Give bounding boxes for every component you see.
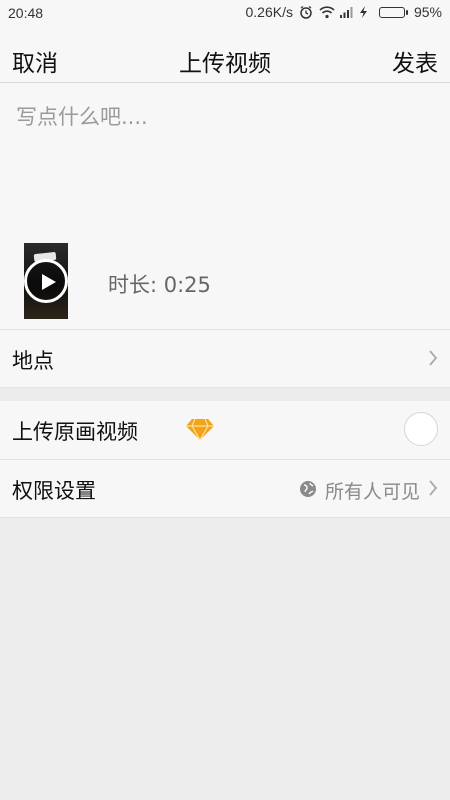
play-icon[interactable] bbox=[24, 259, 68, 303]
globe-icon bbox=[299, 480, 317, 502]
original-quality-label: 上传原画视频 bbox=[12, 420, 138, 444]
video-duration: 时长: 0:25 bbox=[108, 273, 211, 297]
chevron-right-icon bbox=[428, 349, 438, 371]
network-speed: 0.26K/s bbox=[245, 4, 293, 20]
video-thumbnail[interactable] bbox=[24, 243, 68, 319]
diamond-icon bbox=[185, 417, 215, 445]
top-navbar: 取消 上传视频 发表 bbox=[0, 26, 450, 83]
caption-input[interactable]: 写点什么吧.... bbox=[16, 101, 148, 131]
battery-percent: 95% bbox=[413, 4, 442, 20]
battery-icon bbox=[378, 6, 408, 18]
location-row[interactable]: 地点 bbox=[0, 329, 450, 387]
publish-button[interactable]: 发表 bbox=[392, 44, 438, 78]
permission-row[interactable]: 权限设置 所有人可见 bbox=[0, 459, 450, 517]
status-icons: 0.26K/s 95% bbox=[245, 4, 442, 20]
original-quality-row: 上传原画视频 bbox=[0, 401, 450, 459]
composer-panel: 写点什么吧.... 时长: 0:25 bbox=[0, 83, 450, 329]
signal-icon bbox=[339, 5, 353, 19]
location-label: 地点 bbox=[12, 349, 54, 373]
bottom-divider bbox=[0, 517, 450, 518]
original-quality-toggle[interactable] bbox=[404, 412, 438, 446]
charging-icon bbox=[359, 5, 373, 19]
status-bar: 20:48 0.26K/s 95% bbox=[0, 0, 450, 26]
chevron-right-icon bbox=[428, 479, 438, 501]
wifi-icon bbox=[319, 5, 335, 19]
permission-label: 权限设置 bbox=[12, 479, 96, 503]
page-title: 上传视频 bbox=[179, 51, 271, 77]
permission-value-group: 所有人可见 bbox=[299, 477, 420, 504]
status-time: 20:48 bbox=[8, 5, 44, 21]
section-divider bbox=[0, 387, 450, 402]
alarm-icon bbox=[299, 5, 313, 19]
permission-value: 所有人可见 bbox=[324, 481, 420, 503]
